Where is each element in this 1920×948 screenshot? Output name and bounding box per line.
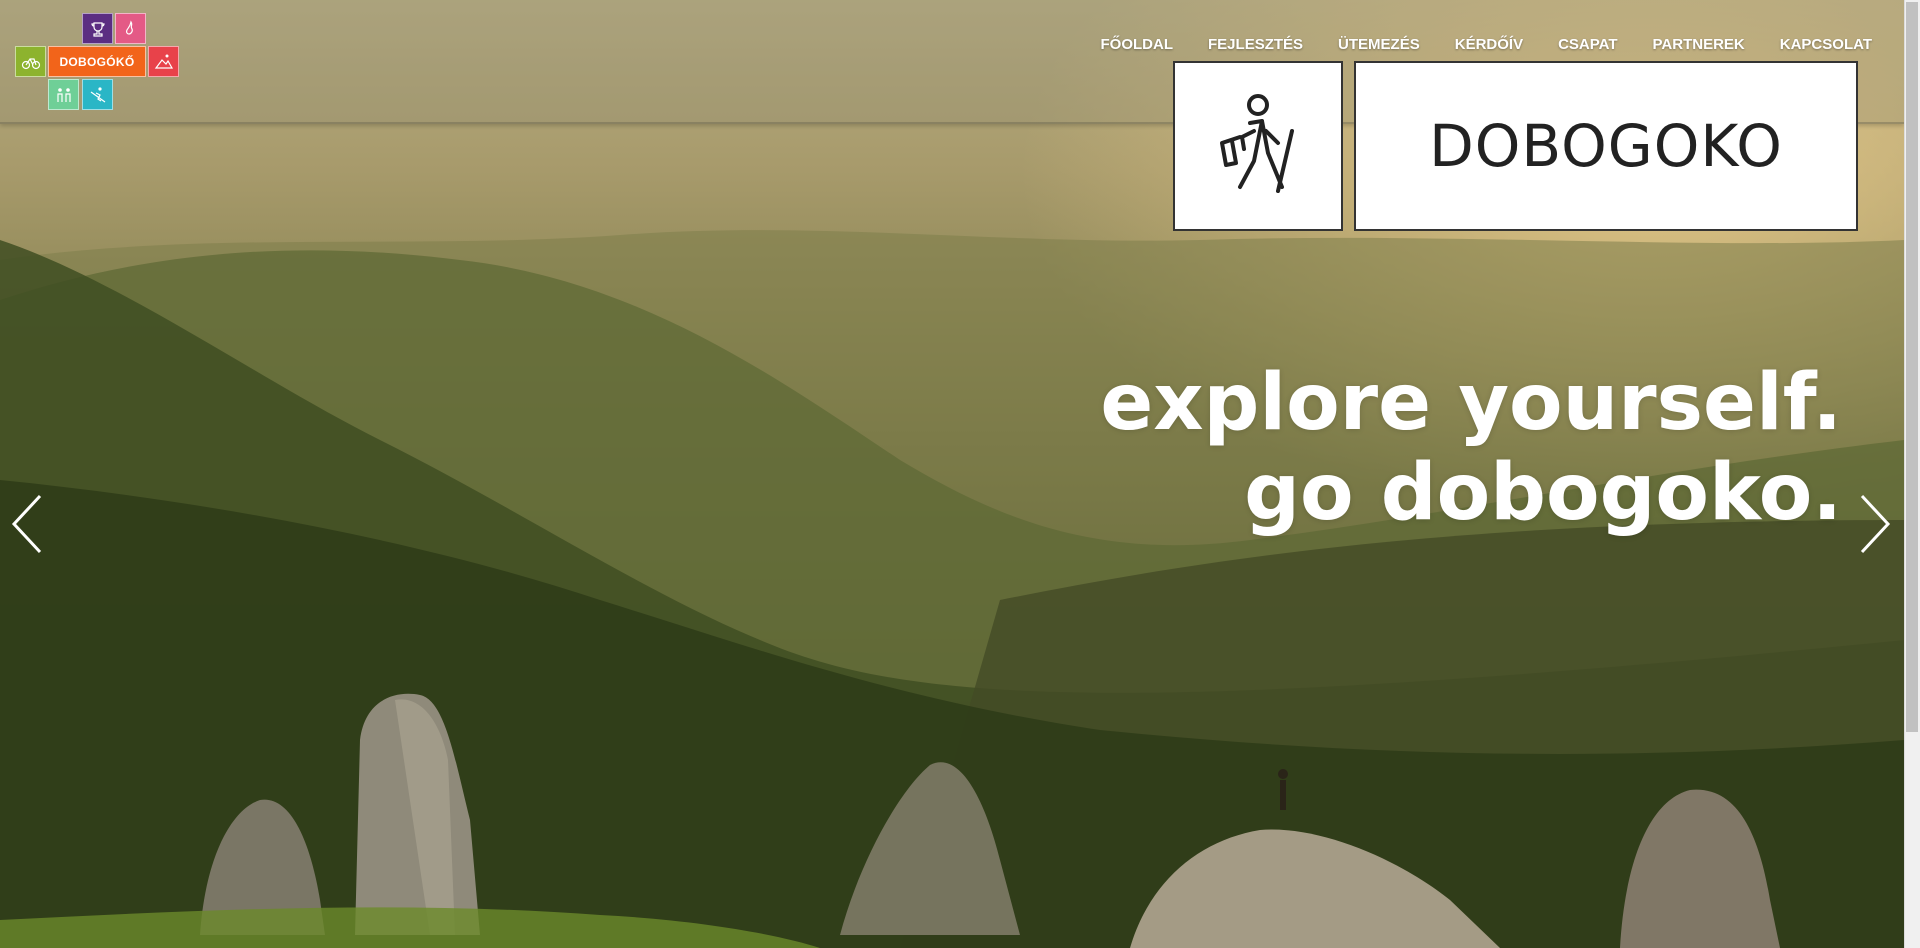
family-tile[interactable] bbox=[48, 79, 79, 110]
nav-item-contact[interactable]: KAPCSOLAT bbox=[1780, 36, 1872, 53]
trophy-tile[interactable] bbox=[82, 13, 113, 44]
brand-tile[interactable]: DOBOGÓKŐ bbox=[48, 46, 146, 77]
ski-tile[interactable] bbox=[82, 79, 113, 110]
main-nav: FŐOLDAL FEJLESZTÉS ÜTEMEZÉS KÉRDŐÍV CSAP… bbox=[1066, 36, 1872, 53]
page-scrollbar-thumb[interactable] bbox=[1906, 2, 1918, 732]
nav-item-home[interactable]: FŐOLDAL bbox=[1101, 36, 1174, 53]
logo-hiker-box bbox=[1173, 61, 1343, 231]
logo-wordmark: DOBOGOKO bbox=[1429, 112, 1783, 180]
nav-item-partners[interactable]: PARTNEREK bbox=[1653, 36, 1745, 53]
viewport: DOBOGÓKŐ FŐOLDAL FEJLESZTÉS ÜTEMEZÉS KÉR… bbox=[0, 0, 1904, 948]
cycling-tile[interactable] bbox=[15, 46, 46, 77]
nav-item-team[interactable]: CSAPAT bbox=[1558, 36, 1617, 53]
logo-wordmark-box: DOBOGOKO bbox=[1354, 61, 1858, 231]
family-icon bbox=[56, 87, 71, 102]
skier-icon bbox=[90, 86, 105, 102]
slider-next-button[interactable] bbox=[1856, 492, 1892, 556]
runner-tile[interactable] bbox=[115, 13, 146, 44]
flame-runner-icon bbox=[125, 19, 133, 35]
nav-item-development[interactable]: FEJLESZTÉS bbox=[1208, 36, 1303, 53]
hiker-icon bbox=[1220, 94, 1294, 193]
chevron-right-icon bbox=[1860, 494, 1891, 554]
hiking-tile[interactable] bbox=[148, 46, 179, 77]
trophy-icon bbox=[90, 21, 105, 37]
chevron-left-icon bbox=[11, 494, 42, 554]
nav-item-schedule[interactable]: ÜTEMEZÉS bbox=[1338, 36, 1420, 53]
hero-tagline-line2: go dobogoko. bbox=[1244, 448, 1842, 538]
hero-tagline-line1: explore yourself. bbox=[1100, 358, 1842, 448]
cyclist-icon bbox=[21, 57, 40, 69]
hiking-icon bbox=[154, 54, 173, 69]
slider-prev-button[interactable] bbox=[10, 492, 46, 556]
nav-item-survey[interactable]: KÉRDŐÍV bbox=[1455, 36, 1523, 53]
